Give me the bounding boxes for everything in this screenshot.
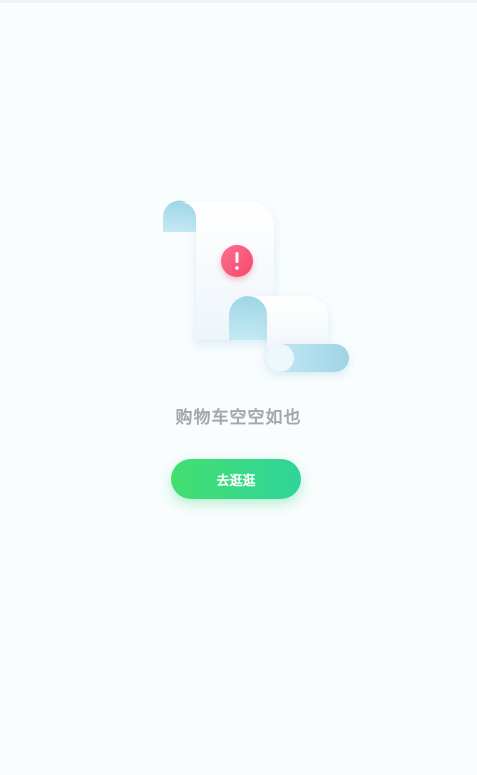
status-bar-strip	[0, 0, 477, 3]
empty-cart-receipt-warning-icon	[163, 200, 349, 372]
empty-cart-message: 购物车空空如也	[175, 408, 302, 428]
go-shopping-button[interactable]: 去逛逛	[171, 459, 301, 499]
